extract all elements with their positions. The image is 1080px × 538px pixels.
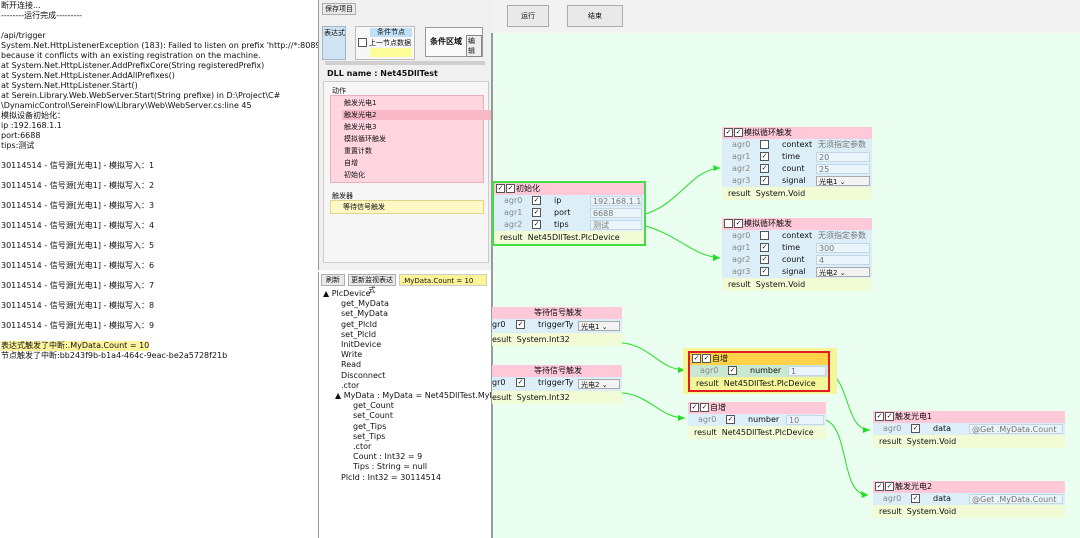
tree-item[interactable]: get_PlcId [341, 320, 377, 330]
log-line: at Serein.Library.Web.WebServer.Start(St… [1, 91, 281, 100]
trigger-item[interactable]: 等待信号触发 [330, 200, 484, 214]
log-line: at System.Net.HttpListener.AddAllPrefixe… [1, 71, 175, 80]
output-log: 断开连接... --------运行完成--------- /api/trigger… [0, 0, 325, 538]
count-input[interactable]: 25 [816, 164, 870, 174]
log-line: port:6688 [1, 131, 41, 140]
tree-item[interactable]: Count : Int32 = 9 [353, 452, 422, 462]
log-line: at System.Net.HttpListener.Start() [1, 81, 138, 90]
condition-node-label: 条件节点 [370, 28, 412, 37]
log-line: at System.Net.HttpListener.AddPrefixCore… [1, 61, 265, 70]
log-line: 断开连接... [1, 1, 41, 10]
log-line: 30114514 - 信号源[光电1] - 模拟写入：8 [1, 301, 155, 310]
trigger-pe1-node[interactable]: ✓ ✓ 触发光电1 agr0 ✓ data @Get .MyData.Count resu… [873, 411, 1065, 448]
watch-expression-input[interactable]: .MyData.Count = 10 [399, 274, 487, 286]
log-line: 节点触发了中断:bb243f9b-b1a4-464c-9eac-be2a5728… [1, 351, 228, 360]
log-line: /api/trigger [1, 31, 46, 40]
log-line: \DynamicControl\SereinFlow\Library\Web\W… [1, 101, 252, 110]
dll-name: Net45DllTest [380, 69, 438, 78]
tree-item[interactable]: get_Tips [353, 422, 386, 432]
action-item[interactable]: 重置计数 [344, 146, 372, 156]
refresh-button[interactable]: 刷新 [321, 274, 345, 286]
condition-node-tile[interactable]: 条件节点 上一节点数据 [355, 26, 415, 60]
horizontal-scrollbar[interactable] [325, 61, 485, 65]
signal-select[interactable]: 光电1 ⌄ [816, 176, 870, 186]
action-item[interactable]: 自增 [344, 158, 358, 168]
prev-node-data-label: 上一节点数据 [369, 39, 411, 47]
log-line: 30114514 - 信号源[光电1] - 模拟写入：4 [1, 221, 155, 230]
dll-name-label: DLL name : Net45DllTest [327, 69, 438, 78]
tree-item[interactable]: ▲ MyData : MyData = Net45DllTest.MyD [335, 391, 496, 401]
increment-node-1[interactable]: ✓ ✓ 自增 agr0 ✓ number 1 result Net45DllTest.Pl… [688, 351, 830, 392]
tree-item[interactable]: ▲ PlcDevice [323, 289, 371, 299]
tree-item[interactable]: get_Count [353, 401, 394, 411]
expression-label: 表达式 [324, 29, 345, 37]
trigger-pe2-node[interactable]: ✓ ✓ 触发光电2 agr0 ✓ data @Get .MyData.Count resu… [873, 481, 1065, 518]
wait-signal-node-2[interactable]: 等待信号触发 gr0 ✓ triggerTy 光电2 ⌄ esult System.I… [492, 365, 622, 404]
tree-item[interactable]: InitDevice [341, 340, 381, 350]
log-line: 表达式触发了中断:.MyData.Count = 10 [1, 341, 150, 351]
log-line: 30114514 - 信号源[光电1] - 模拟写入：2 [1, 181, 155, 190]
run-button[interactable]: 运行 [507, 5, 549, 27]
condition-input[interactable] [370, 48, 412, 57]
canvas-toolbar: 运行 结束 [491, 0, 1080, 33]
port-input[interactable]: 6688 [590, 208, 642, 218]
prev-node-checkbox[interactable] [358, 38, 368, 47]
init-node[interactable]: ✓ ✓ 初始化 agr0 ✓ ip 192.168.1.1 agr1 ✓ port 6688 a… [492, 181, 646, 246]
tips-input[interactable]: 测试 [590, 220, 642, 230]
loop-trigger-node-1[interactable]: ✓ ✓ 模拟循环触发 agr0 context 无须指定参数 agr1 ✓ time 20 a… [722, 127, 872, 200]
action-item[interactable]: 模拟循环触发 [344, 134, 386, 144]
dll-methods-box: 动作 触发器 等待信号触发 触发光电1 触发光电2 触发光电3 模拟循环触发 重置计数自… [323, 81, 494, 263]
action-item[interactable]: 触发光电2 [342, 110, 494, 120]
tree-item[interactable]: set_PlcId [341, 330, 376, 340]
log-line: 模拟设备初始化： [1, 111, 65, 120]
tree-item[interactable]: .ctor [353, 442, 371, 452]
log-line: 30114514 - 信号源[光电1] - 模拟写入：5 [1, 241, 155, 250]
log-line: 30114514 - 信号源[光电1] - 模拟写入：9 [1, 321, 155, 330]
log-line: because it conflicts with an existing re… [1, 51, 261, 60]
condition-area-label: 条件区域 [430, 37, 462, 46]
tree-item[interactable]: Write [341, 350, 362, 360]
condition-area-tile[interactable]: 条件区域 编辑 [425, 27, 483, 57]
ip-input[interactable]: 192.168.1.1 [590, 196, 642, 206]
save-project-button[interactable]: 保存项目 [322, 3, 356, 15]
expression-node-tile[interactable]: 表达式 [322, 26, 346, 60]
tree-item[interactable]: set_MyData [341, 309, 388, 319]
log-line: System.Net.HttpListenerException (183): … [1, 41, 326, 50]
action-item[interactable]: 触发光电1 [344, 98, 376, 108]
log-line: 30114514 - 信号源[光电1] - 模拟写入：6 [1, 261, 155, 270]
time-input[interactable]: 20 [816, 152, 870, 162]
tree-item[interactable]: Read [341, 360, 361, 370]
tree-item[interactable]: Disconnect [341, 371, 385, 381]
loop-trigger-node-2[interactable]: ✓ 模拟循环触发 agr0 context 无须指定参数 agr1 ✓ time 300 a… [722, 218, 872, 291]
log-line: --------运行完成--------- [1, 11, 83, 20]
log-line: 30114514 - 信号源[光电1] - 模拟写入：1 [1, 161, 155, 170]
action-item[interactable]: 触发光电3 [344, 122, 376, 132]
action-item[interactable]: 初始化 [344, 170, 365, 180]
stop-button[interactable]: 结束 [567, 5, 623, 27]
update-watch-button[interactable]: 更新监视表达式 [348, 274, 396, 294]
wait-signal-node-1[interactable]: 等待信号触发 gr0 ✓ triggerTy 光电1 ⌄ esult System.I… [492, 307, 622, 346]
checkbox-icon[interactable]: ✓ [506, 184, 515, 193]
increment-node-2[interactable]: ✓ ✓ 自增 agr0 ✓ number 10 result Net45DllTest.P… [688, 402, 826, 439]
tree-item[interactable]: .ctor [341, 381, 359, 391]
log-line: ip :192.168.1.1 [1, 121, 62, 130]
tree-item[interactable]: get_MyData [341, 299, 389, 309]
node-title: 初始化 [516, 184, 540, 193]
checkbox-icon[interactable]: ✓ [496, 184, 505, 193]
tree-item[interactable]: set_Tips [353, 432, 385, 442]
tree-item[interactable]: Tips : String = null [353, 462, 427, 472]
log-line: tips:测试 [1, 141, 35, 150]
log-line: 30114514 - 信号源[光电1] - 模拟写入：7 [1, 281, 155, 290]
library-panel: 保存项目 表达式 条件节点 上一节点数据 条件区域 编辑 DLL name : … [318, 0, 494, 270]
tree-item[interactable]: PlcId : Int32 = 30114514 [341, 473, 441, 483]
tree-item[interactable]: set_Count [353, 411, 393, 421]
edit-button[interactable]: 编辑 [466, 35, 482, 57]
watch-panel: 刷新 更新监视表达式 .MyData.Count = 10 ▲ PlcDevic… [318, 272, 496, 538]
log-line: 30114514 - 信号源[光电1] - 模拟写入：3 [1, 201, 155, 210]
